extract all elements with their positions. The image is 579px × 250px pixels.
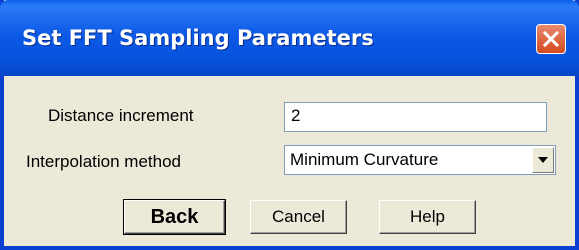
- title-bar[interactable]: Set FFT Sampling Parameters: [0, 0, 579, 76]
- help-button[interactable]: Help: [379, 200, 476, 234]
- dropdown-button[interactable]: [532, 147, 554, 173]
- interpolation-method-label: Interpolation method: [26, 152, 181, 171]
- close-button[interactable]: [536, 24, 566, 54]
- back-button[interactable]: Back: [123, 199, 226, 235]
- window-title: Set FFT Sampling Parameters: [22, 26, 374, 50]
- interpolation-method-value: Minimum Curvature: [290, 150, 439, 169]
- close-icon: [542, 30, 560, 48]
- distance-increment-input[interactable]: 2: [284, 102, 547, 132]
- cancel-button[interactable]: Cancel: [250, 200, 347, 234]
- interpolation-method-select[interactable]: Minimum Curvature: [284, 145, 556, 175]
- dialog-window: Set FFT Sampling Parameters Distance inc…: [0, 0, 579, 250]
- distance-increment-label: Distance increment: [48, 106, 194, 125]
- dropdown-arrow-icon: [538, 157, 548, 163]
